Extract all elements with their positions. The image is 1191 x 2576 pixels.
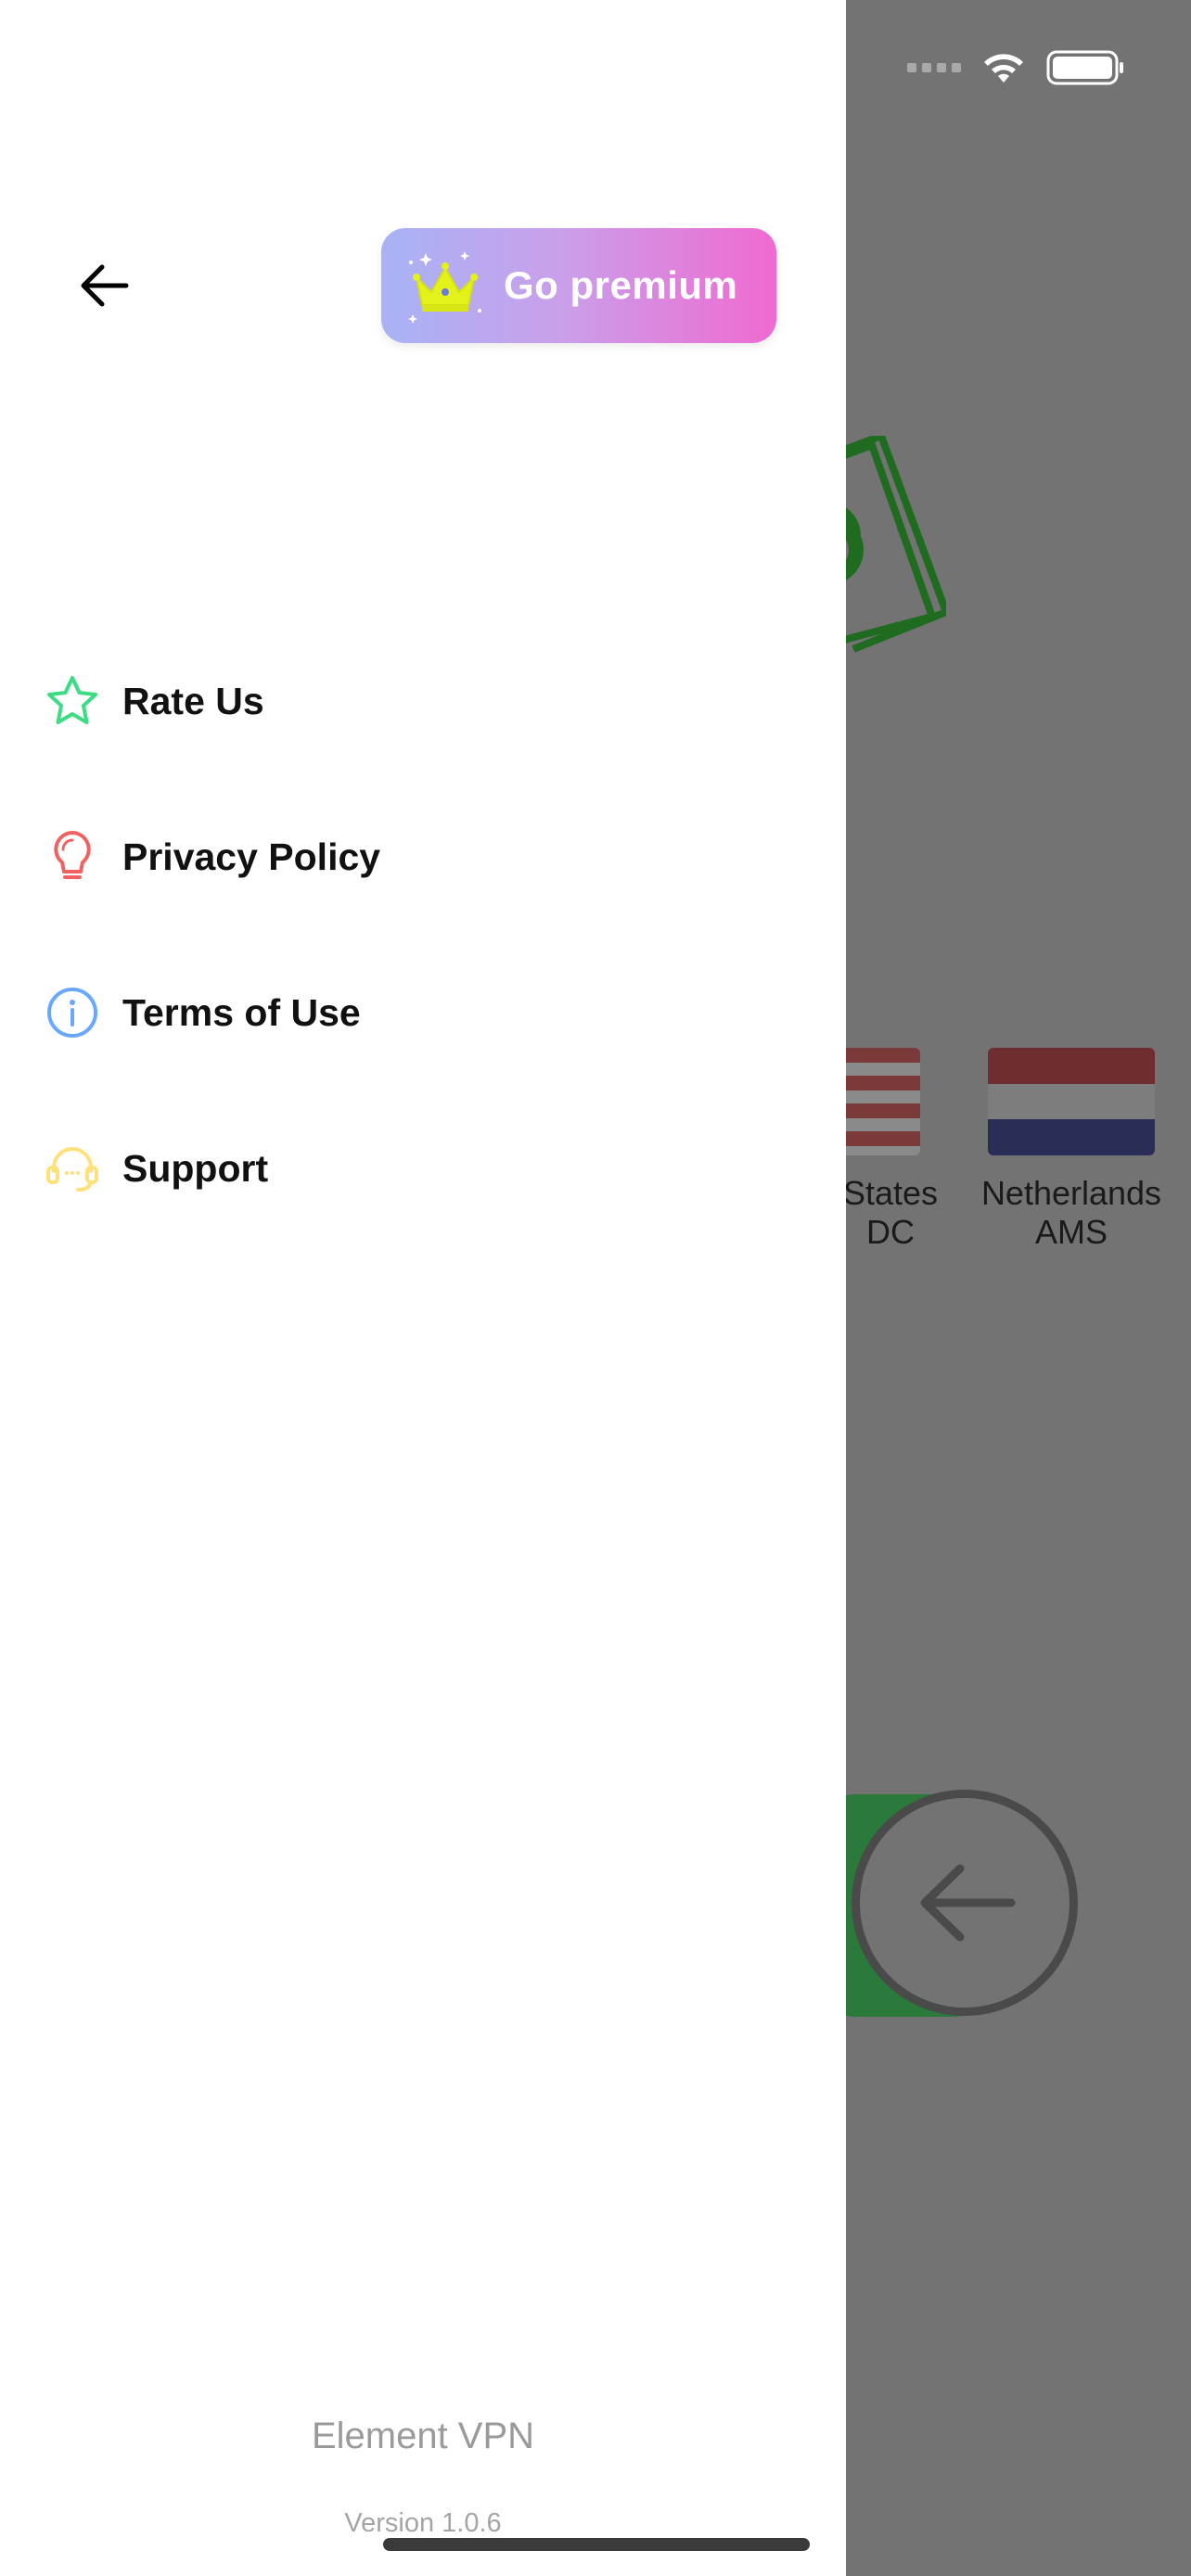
crown-icon	[403, 244, 487, 327]
netherlands-flag-icon	[988, 1048, 1155, 1155]
menu-item-label: Privacy Policy	[122, 835, 381, 878]
menu-item-rate-us[interactable]: Rate Us	[0, 623, 846, 779]
menu-item-label: Rate Us	[122, 679, 264, 722]
menu-item-label: Terms of Use	[122, 990, 361, 1034]
menu-item-terms-of-use[interactable]: Terms of Use	[0, 935, 846, 1090]
menu-item-label: Support	[122, 1146, 269, 1190]
server-name: Netherlands	[980, 1174, 1162, 1212]
status-bar	[907, 46, 1126, 89]
go-premium-button[interactable]: Go premium	[381, 228, 776, 343]
arrow-left-icon	[81, 264, 129, 307]
side-drawer: Go premium Rate Us Privacy Policy Terms …	[0, 0, 846, 2576]
server-city: AMS	[1034, 1213, 1108, 1251]
app-name: Element VPN	[311, 2416, 535, 2456]
go-premium-label: Go premium	[504, 263, 738, 307]
menu-item-privacy-policy[interactable]: Privacy Policy	[0, 779, 846, 935]
back-button[interactable]	[67, 249, 141, 323]
info-icon	[45, 985, 100, 1040]
round-back-button[interactable]	[852, 1790, 1078, 2016]
star-icon	[45, 673, 100, 729]
cellular-signal-icon	[907, 63, 961, 72]
home-indicator[interactable]	[383, 2538, 810, 2551]
drawer-menu: Rate Us Privacy Policy Terms of Use Supp…	[0, 623, 846, 1246]
wifi-icon	[980, 49, 1028, 86]
menu-item-support[interactable]: Support	[0, 1090, 846, 1246]
battery-icon	[1046, 49, 1126, 86]
lightbulb-icon	[45, 829, 100, 885]
arrow-left-icon	[920, 1864, 1016, 1942]
server-netherlands[interactable]: Netherlands AMS	[960, 1048, 1183, 1252]
headset-icon	[45, 1141, 100, 1196]
app-version: Version 1.0.6	[344, 2508, 502, 2538]
